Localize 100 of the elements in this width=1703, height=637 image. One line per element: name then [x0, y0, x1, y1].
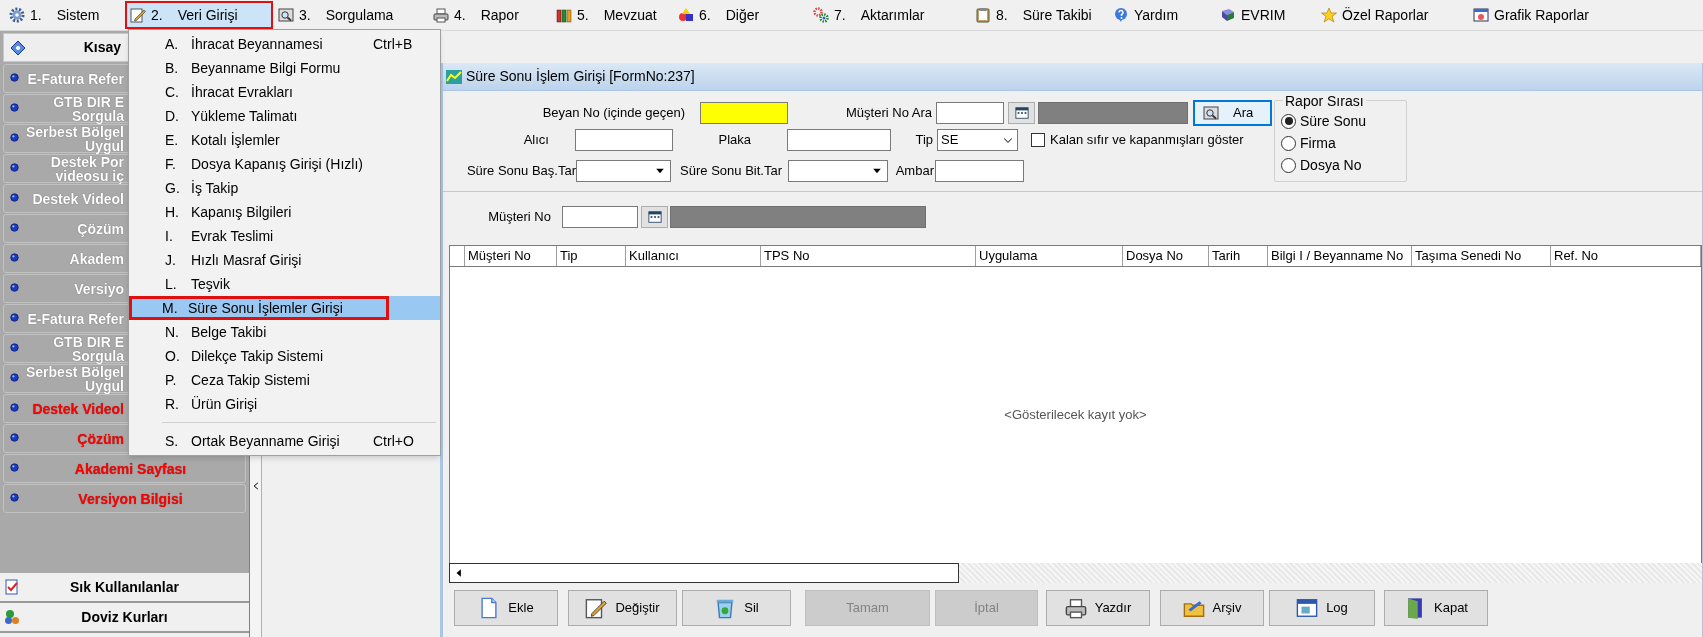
menu-item[interactable]: M. Süre Sonu İşlemler Girişi: [129, 296, 440, 320]
field-label: Alıcı: [522, 131, 549, 150]
field-label: Süre Sonu Bit.Tar: [679, 162, 782, 181]
bullet-icon: [10, 282, 22, 295]
column-header[interactable]: Tarih: [1209, 246, 1268, 266]
window-icon: [1296, 597, 1319, 619]
column-header[interactable]: Uygulama: [976, 246, 1123, 266]
pencil-icon: [585, 597, 608, 619]
chart-line-icon: [445, 68, 463, 85]
bullet-icon: [10, 162, 22, 175]
column-header[interactable]: Tip: [557, 246, 626, 266]
menu-item[interactable]: 7. Aktarımlar: [808, 1, 970, 29]
checkbox[interactable]: [1031, 133, 1045, 147]
gears-icon: [813, 7, 829, 23]
column-header[interactable]: Taşıma Senedi No: [1412, 246, 1551, 266]
action-button[interactable]: Yazdır: [1046, 590, 1150, 626]
search-icon: [278, 7, 294, 23]
radio-label: Dosya No: [1300, 155, 1362, 175]
bullet-icon: [10, 342, 22, 355]
help-icon: [1113, 7, 1129, 23]
input-field[interactable]: [700, 102, 788, 124]
scroll-thumb[interactable]: [449, 563, 959, 583]
menu-item[interactable]: 1. Sistem: [4, 1, 125, 29]
menu-item[interactable]: Grafik Raporlar: [1468, 1, 1618, 29]
input-field[interactable]: [936, 102, 1004, 124]
action-button[interactable]: Ekle: [454, 590, 558, 626]
bullet-icon: [10, 462, 22, 475]
field-label: Plaka: [717, 131, 751, 150]
action-button[interactable]: Değiştir: [568, 590, 677, 626]
gear-icon: [9, 7, 25, 23]
sidebar-title: Kısay: [82, 38, 121, 57]
type-dropdown[interactable]: SE: [937, 129, 1018, 151]
date-dropdown[interactable]: [788, 160, 888, 182]
menu-item[interactable]: 8. Süre Takibi: [970, 1, 1108, 29]
date-dropdown[interactable]: [576, 160, 671, 182]
bullet-icon: [10, 192, 22, 205]
window-title: Süre Sonu İşlem Girişi [FormNo:237]: [466, 67, 695, 86]
column-header[interactable]: Müşteri No: [465, 246, 557, 266]
menu-item[interactable]: Yardım: [1108, 1, 1215, 29]
bullet-icon: [10, 312, 22, 325]
menu-item[interactable]: 3. Sorgulama: [273, 1, 428, 29]
calendar-icon: [1013, 106, 1030, 120]
input-field[interactable]: [787, 129, 891, 151]
action-button[interactable]: Sil: [682, 590, 791, 626]
menu-item[interactable]: 5. Mevzuat: [551, 1, 673, 29]
radio-button[interactable]: [1281, 113, 1296, 129]
menu-item[interactable]: 6. Diğer: [673, 1, 808, 29]
column-header[interactable]: TPS No: [761, 246, 976, 266]
action-button[interactable]: Arşiv: [1160, 590, 1264, 626]
bullet-icon: [10, 102, 22, 115]
empty-message: <Gösterilecek kayıt yok>: [1004, 406, 1147, 425]
input-field[interactable]: [575, 129, 673, 151]
menu-item[interactable]: EVRIM: [1215, 1, 1316, 29]
menu-item[interactable]: Özel Raporlar: [1316, 1, 1468, 29]
chart-window-icon: [1473, 7, 1489, 23]
bullet-icon: [10, 492, 22, 505]
column-header[interactable]: Kullanıcı: [626, 246, 761, 266]
calendar-button[interactable]: [641, 206, 668, 228]
column-header[interactable]: Ref. No: [1551, 246, 1701, 266]
field-label: Müşteri No: [487, 208, 551, 227]
radio-label: Süre Sonu: [1300, 111, 1367, 131]
calendar-icon: [646, 210, 663, 224]
column-header[interactable]: Bilgi I / Beyanname No: [1268, 246, 1412, 266]
column-header[interactable]: Dosya No: [1123, 246, 1209, 266]
field-label: Ambar: [894, 162, 934, 181]
menu-item[interactable]: 2. Veri Girişi: [125, 1, 273, 29]
menu-item[interactable]: 4. Rapor: [428, 1, 551, 29]
action-button[interactable]: Log: [1269, 590, 1375, 626]
radio-button[interactable]: [1281, 135, 1296, 151]
checklist-icon: [4, 579, 20, 595]
bullet-icon: [10, 252, 22, 265]
printer-icon: [433, 7, 449, 23]
radio-button[interactable]: [1281, 157, 1296, 173]
scroll-left-icon: [454, 567, 464, 579]
horizontal-scrollbar[interactable]: [449, 563, 1702, 583]
diamond-icon: [10, 39, 26, 56]
clipboard-icon: [975, 7, 991, 23]
bullet-icon: [10, 72, 22, 85]
menu-item[interactable]: A. İhracat Beyannamesi Ctrl+B: [129, 32, 440, 56]
bullet-icon: [10, 132, 22, 145]
bullet-icon: [10, 372, 22, 385]
star-icon: [1321, 7, 1337, 23]
coins-icon: [4, 609, 20, 625]
action-button[interactable]: Kapat: [1384, 590, 1488, 626]
books-icon: [556, 7, 572, 23]
input-field[interactable]: [935, 160, 1024, 182]
checkbox-label: Kalan sıfır ve kapanmışları göster: [1050, 131, 1244, 150]
field-label: Süre Sonu Baş.Tar: [465, 162, 576, 181]
search-button[interactable]: Ara: [1193, 100, 1272, 126]
pencil-icon: [130, 7, 146, 23]
field-label: Beyan No (içinde geçen): [541, 104, 685, 123]
search-icon: [1203, 105, 1219, 121]
sidebar-section-button[interactable]: Doviz Kurları: [0, 603, 249, 633]
printer-icon: [1064, 597, 1087, 619]
sidebar-section-button[interactable]: Sık Kullanılanlar: [0, 573, 249, 603]
field-label: Müşteri No Ara: [845, 104, 932, 123]
shapes-icon: [678, 7, 694, 23]
calendar-button[interactable]: [1008, 102, 1035, 124]
field-label: Tip: [914, 131, 933, 150]
input-field[interactable]: [562, 206, 638, 228]
